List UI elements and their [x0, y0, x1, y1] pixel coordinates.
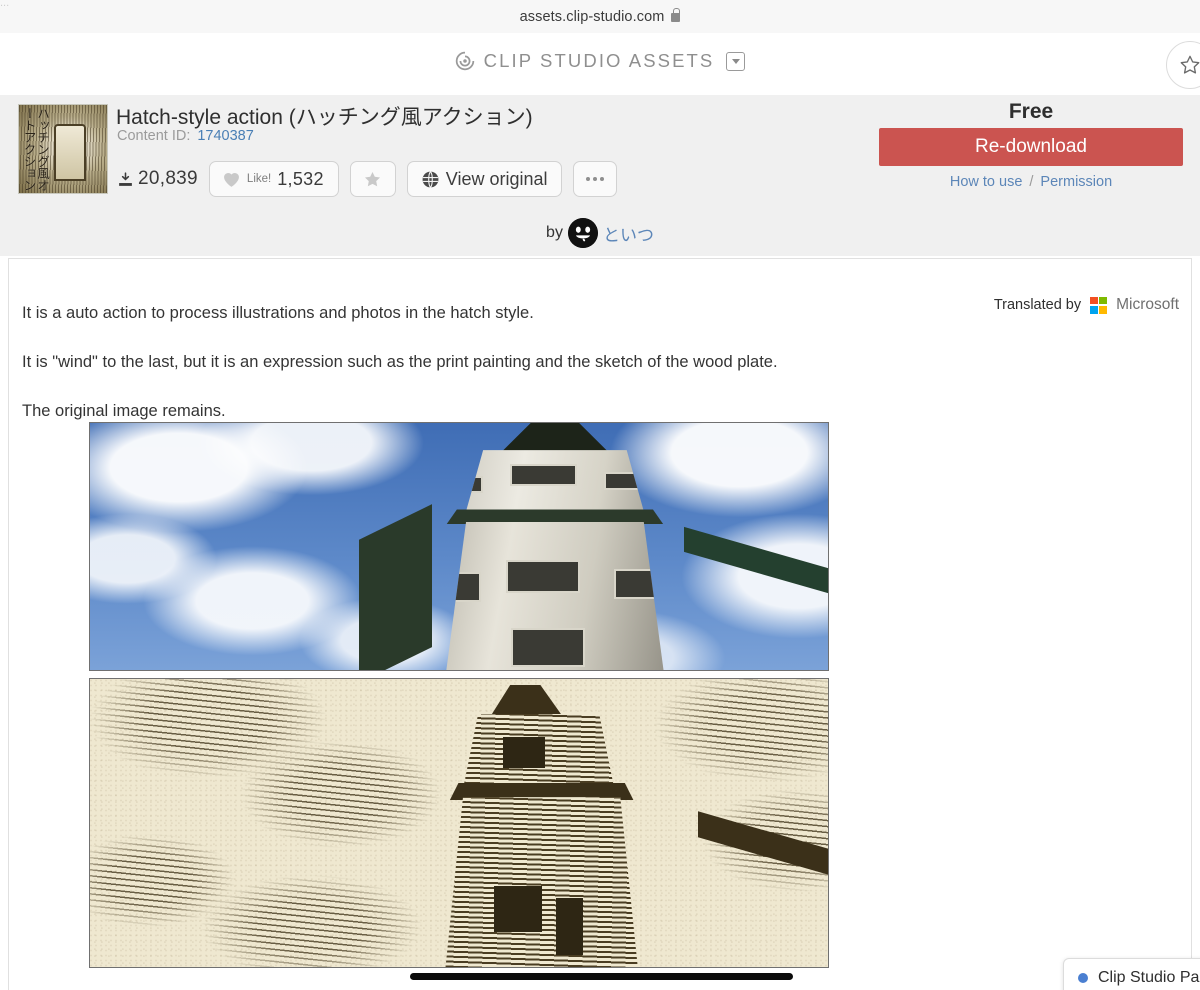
hatch-tower-window [556, 897, 583, 956]
tower-window [510, 464, 578, 487]
smiley-avatar-icon[interactable] [567, 218, 598, 248]
heart-icon [224, 172, 239, 187]
permission-link[interactable]: Permission [1040, 174, 1112, 190]
hatch-tower-window [494, 886, 542, 933]
description-line-2: It is "wind" to the last, but it is an e… [22, 353, 778, 371]
price-label: Free [1008, 100, 1054, 123]
add-favorite-button[interactable] [349, 161, 396, 197]
url-text: assets.clip-studio.com [519, 8, 665, 25]
view-original-label: View original [445, 168, 548, 189]
tower-window [446, 572, 481, 602]
re-download-button[interactable]: Re-download [879, 128, 1183, 166]
by-label: by [546, 224, 563, 241]
toast-label: Clip Studio Pa [1098, 969, 1200, 986]
more-options-button[interactable] [572, 161, 617, 197]
translation-provider: Microsoft [1116, 296, 1179, 313]
ellipsis-icon [599, 177, 604, 181]
hatch-tower-window [503, 736, 545, 769]
translated-by-label: Translated by [993, 297, 1082, 313]
photo-original[interactable] [89, 422, 829, 671]
description-line-1: It is a auto action to process illustrat… [22, 304, 534, 322]
content-card: It is a auto action to process illustrat… [8, 258, 1192, 990]
tower-window [505, 560, 580, 593]
horizontal-scrollbar[interactable] [410, 973, 793, 980]
photo-hatched[interactable] [89, 678, 829, 968]
status-dot-icon [1078, 973, 1088, 983]
like-count: 1,532 [277, 168, 324, 189]
tower-lantern [465, 450, 645, 515]
clip-studio-spiral-icon [455, 51, 474, 71]
like-label: Like! [246, 173, 272, 185]
asset-links-row: How to use / Permission [879, 174, 1183, 190]
like-button[interactable]: Like! 1,532 [208, 161, 339, 197]
clip-studio-toast[interactable]: Clip Studio Pa [1063, 958, 1200, 990]
hatch-tower-structure [415, 679, 828, 967]
thumbnail-object [54, 124, 87, 182]
tower-window [465, 475, 484, 493]
microsoft-logo-icon [1090, 296, 1108, 314]
tower-structure [358, 423, 828, 670]
download-count-group: 20,839 [117, 168, 198, 190]
globe-icon [422, 170, 439, 188]
translation-credit: Translated by Microsoft [994, 296, 1179, 314]
site-header: CLIP STUDIO ASSETS [0, 33, 1200, 96]
page-root: ... assets.clip-studio.com CLIP STUDIO A… [0, 0, 1200, 990]
description-block: It is a auto action to process illustrat… [22, 289, 778, 436]
page-title: Hatch-style action (ハッチング風アクション) [116, 106, 533, 129]
browser-url-bar[interactable]: ... assets.clip-studio.com [0, 0, 1200, 34]
lock-icon [671, 8, 681, 22]
tower-window [614, 569, 659, 599]
brand-logo[interactable]: CLIP STUDIO ASSETS [0, 50, 1200, 72]
asset-thumbnail[interactable]: ハッチング風オートアクション [18, 104, 108, 194]
star-filled-icon [365, 171, 381, 186]
author-band: by といつ [0, 210, 1200, 256]
tower-body [446, 521, 664, 670]
download-icon [119, 171, 132, 186]
content-id-label: Content ID: [117, 128, 191, 144]
hatch-tower-body [445, 797, 638, 967]
tower-window [604, 471, 645, 490]
asset-actions-row: 20,839 Like! 1,532 View original [117, 161, 617, 197]
links-separator: / [1029, 174, 1034, 190]
favorite-button[interactable] [1166, 41, 1200, 89]
chevron-down-boxed-icon[interactable] [726, 51, 746, 71]
ellipsis-icon [592, 177, 597, 181]
thumbnail-caption: ハッチング風オートアクション [21, 107, 51, 191]
brand-title: CLIP STUDIO ASSETS [483, 50, 715, 71]
corner-artifact: ... [0, 0, 10, 9]
how-to-use-link[interactable]: How to use [950, 174, 1023, 190]
tower-window [510, 628, 585, 667]
ellipsis-icon [585, 177, 590, 181]
content-id-row: Content ID: 1740387 [117, 128, 254, 144]
download-count: 20,839 [138, 168, 198, 189]
view-original-button[interactable]: View original [406, 161, 562, 197]
author-name[interactable]: といつ [603, 221, 654, 246]
star-outline-icon [1180, 55, 1200, 74]
content-id-value[interactable]: 1740387 [197, 128, 253, 144]
